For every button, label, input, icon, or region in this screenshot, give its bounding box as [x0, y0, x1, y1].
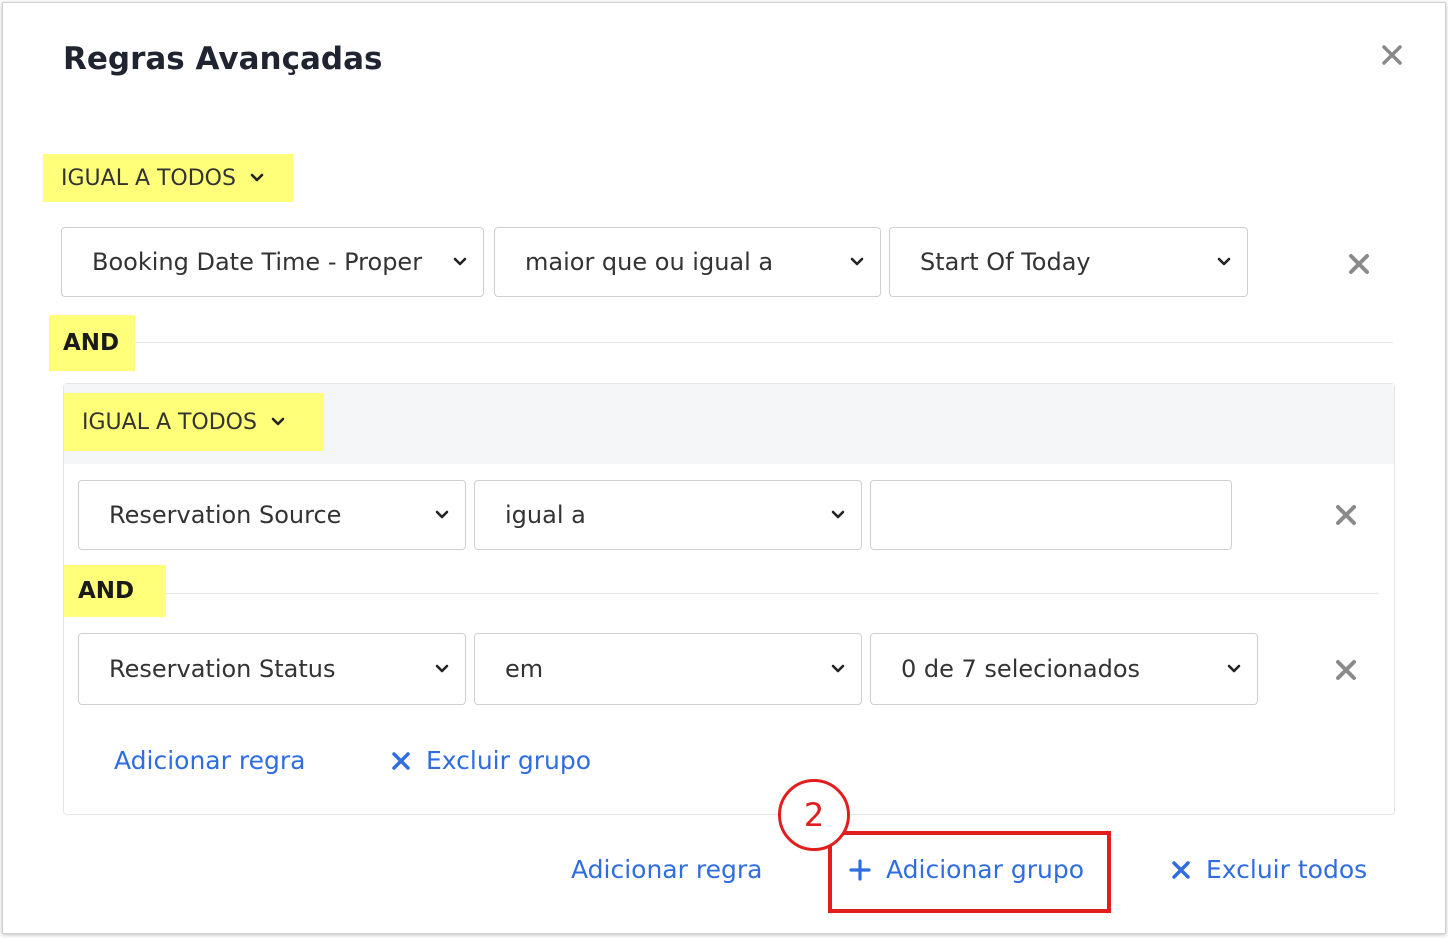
group-combinator-label: IGUAL A TODOS: [82, 409, 257, 435]
group-rule1-field-value: Reservation Source: [109, 501, 342, 529]
group-rule2-field-value: Reservation Status: [109, 655, 336, 683]
divider: [166, 593, 1378, 594]
chevron-down-icon: [1227, 664, 1241, 673]
rule1-operator-value: maior que ou igual a: [525, 248, 774, 276]
dialog-title: Regras Avançadas: [63, 41, 383, 77]
close-icon: [1172, 860, 1190, 879]
root-combinator-select[interactable]: IGUAL A TODOS: [43, 154, 293, 202]
delete-all-label: Excluir todos: [1206, 855, 1368, 884]
group-rule1-operator-select[interactable]: igual a: [474, 480, 862, 550]
group-rule2-field-select[interactable]: Reservation Status: [78, 633, 466, 705]
group-rule2-value-text: 0 de 7 selecionados: [901, 655, 1141, 683]
rule1-value-text: Start Of Today: [920, 248, 1091, 276]
divider: [133, 342, 1393, 343]
advanced-rules-dialog: Regras Avançadas IGUAL A TODOS Booking D…: [2, 2, 1446, 934]
chevron-down-icon: [435, 510, 449, 519]
chevron-down-icon: [850, 257, 864, 266]
add-rule-link[interactable]: Adicionar regra: [571, 855, 762, 884]
remove-group-rule2-icon[interactable]: [1332, 656, 1360, 684]
group-rule2-operator-value: em: [505, 655, 544, 683]
group-add-rule-label: Adicionar regra: [114, 746, 306, 775]
group-add-rule-link[interactable]: Adicionar regra: [114, 746, 305, 775]
rule-group: IGUAL A TODOS Reservation Source igual a…: [63, 383, 1395, 815]
group-rule2-value-select[interactable]: 0 de 7 selecionados: [870, 633, 1258, 705]
group-rule1-value-input[interactable]: [870, 480, 1232, 550]
delete-group-link[interactable]: Excluir grupo: [390, 746, 591, 775]
remove-rule1-icon[interactable]: [1345, 250, 1373, 278]
remove-group-rule1-icon[interactable]: [1332, 501, 1360, 529]
chevron-down-icon: [453, 257, 467, 266]
chevron-down-icon: [271, 417, 285, 426]
chevron-down-icon: [831, 664, 845, 673]
chevron-down-icon: [435, 664, 449, 673]
chevron-down-icon: [831, 510, 845, 519]
chevron-down-icon: [1217, 257, 1231, 266]
group-rule1-operator-value: igual a: [505, 501, 586, 529]
delete-group-label: Excluir grupo: [426, 746, 592, 775]
rule1-value-select[interactable]: Start Of Today: [889, 227, 1248, 297]
delete-all-link[interactable]: Excluir todos: [1170, 855, 1367, 884]
chevron-down-icon: [250, 173, 264, 182]
rule1-operator-select[interactable]: maior que ou igual a: [494, 227, 881, 297]
group-combinator-select[interactable]: IGUAL A TODOS: [64, 393, 324, 451]
close-icon[interactable]: [1377, 43, 1407, 73]
root-combinator-label: IGUAL A TODOS: [61, 165, 236, 191]
annotation-highlight-box: [828, 831, 1111, 913]
group-and-label: AND: [64, 565, 166, 617]
group-rule2-operator-select[interactable]: em: [474, 633, 862, 705]
annotation-step-badge: 2: [778, 779, 850, 851]
rule1-field-select[interactable]: Booking Date Time - Proper: [61, 227, 484, 297]
close-icon: [392, 751, 410, 770]
add-rule-label: Adicionar regra: [571, 855, 763, 884]
and-label: AND: [49, 315, 135, 371]
rule1-field-value: Booking Date Time - Proper: [92, 248, 423, 276]
group-rule1-field-select[interactable]: Reservation Source: [78, 480, 466, 550]
